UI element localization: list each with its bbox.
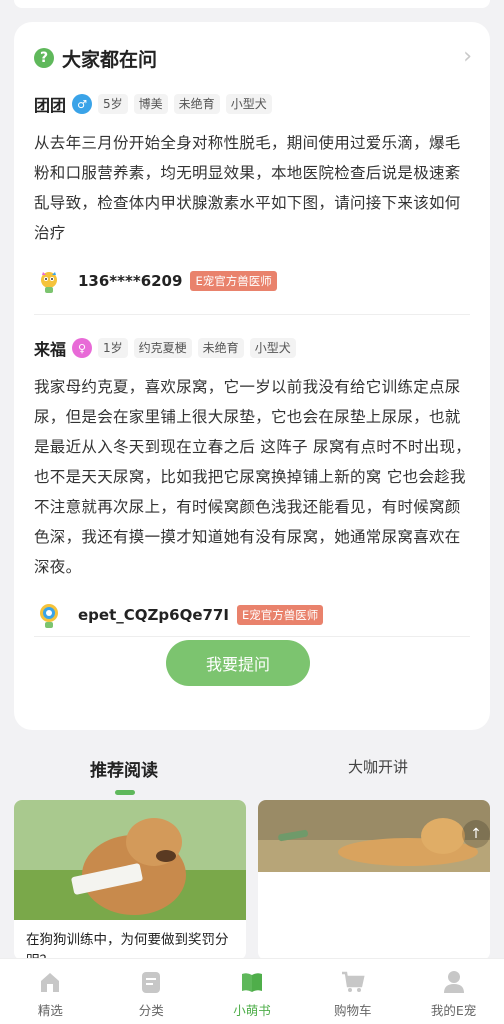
book-icon bbox=[241, 973, 262, 992]
vet-answer-row: epet_CQZp6Qe77I E宠官方兽医师 bbox=[34, 600, 474, 630]
pet-tag: 约克夏梗 bbox=[133, 338, 192, 358]
tabbar-item-profile[interactable]: 我的E宠 bbox=[403, 959, 504, 1024]
home-icon bbox=[41, 973, 60, 992]
pet-name: 团团 bbox=[34, 96, 67, 115]
section-header[interactable]: ? 大家都在问 bbox=[34, 44, 157, 72]
profile-icon bbox=[443, 971, 464, 993]
avatar bbox=[34, 600, 64, 630]
tab-recommended-reading[interactable]: 推荐阅读 bbox=[90, 756, 158, 781]
question-item[interactable]: 团团 ♂ 5岁 博美 未绝育 小型犬 从去年三月份开始全身对称性脱毛，期间使用过… bbox=[34, 92, 474, 296]
pet-tag: 5岁 bbox=[98, 94, 128, 114]
tabbar-label: 小萌书 bbox=[233, 1003, 271, 1018]
tabbar-item-category[interactable]: 分类 bbox=[101, 959, 202, 1024]
cart-icon bbox=[341, 971, 365, 992]
article-image bbox=[258, 800, 490, 872]
pet-info-row: 来福 ♀ 1岁 约克夏梗 未绝育 小型犬 bbox=[34, 336, 474, 360]
previous-card-edge bbox=[14, 0, 490, 8]
vet-badge: E宠官方兽医师 bbox=[236, 605, 324, 625]
avatar bbox=[34, 266, 64, 296]
pet-tag: 小型犬 bbox=[249, 338, 296, 358]
tabbar-label: 精选 bbox=[37, 1003, 63, 1018]
vet-username: epet_CQZp6Qe77I bbox=[78, 606, 229, 624]
tabbar-item-book[interactable]: 小萌书 bbox=[202, 959, 303, 1024]
tabbar-label: 分类 bbox=[138, 1003, 164, 1018]
tab-expert-talks[interactable]: 大咖开讲 bbox=[348, 756, 408, 777]
question-item[interactable]: 来福 ♀ 1岁 约克夏梗 未绝育 小型犬 我家母约克夏，喜欢尿窝，它一岁以前我没… bbox=[34, 336, 474, 630]
section-title: 大家都在问 bbox=[62, 48, 158, 71]
article-card[interactable] bbox=[258, 800, 490, 960]
article-title bbox=[258, 876, 490, 882]
pet-tag: 未绝育 bbox=[173, 94, 220, 114]
pet-tag: 未绝育 bbox=[197, 338, 244, 358]
vet-answer-row: 136****6209 E宠官方兽医师 bbox=[34, 266, 474, 296]
pet-tag: 1岁 bbox=[98, 338, 128, 358]
pet-tag: 小型犬 bbox=[225, 94, 272, 114]
category-icon bbox=[142, 972, 161, 993]
qa-section-card: ? 大家都在问 › 团团 ♂ 5岁 博美 未绝育 小型犬 从去年三月份开始全身对… bbox=[14, 22, 490, 730]
male-icon: ♂ bbox=[72, 94, 93, 114]
arrow-up-icon: ↑ bbox=[470, 826, 482, 842]
article-card[interactable]: 在狗狗训练中，为何要做到奖罚分明？ bbox=[14, 800, 246, 960]
divider bbox=[34, 314, 470, 315]
ask-question-button[interactable]: 我要提问 bbox=[166, 640, 310, 686]
chevron-right-icon[interactable]: › bbox=[463, 46, 472, 68]
active-tab-indicator bbox=[115, 790, 135, 795]
pet-info-row: 团团 ♂ 5岁 博美 未绝育 小型犬 bbox=[34, 92, 474, 116]
tabbar-item-cart[interactable]: 购物车 bbox=[302, 959, 403, 1024]
pet-tag: 博美 bbox=[133, 94, 168, 114]
tabbar-label: 我的E宠 bbox=[430, 1003, 477, 1018]
female-icon: ♀ bbox=[72, 338, 93, 358]
question-text: 我家母约克夏，喜欢尿窝，它一岁以前我没有给它训练定点尿尿，但是会在家里铺上很大尿… bbox=[34, 378, 472, 576]
bottom-tabbar: 精选 分类 小萌书 购物车 我的E宠 bbox=[0, 958, 504, 1024]
pet-name: 来福 bbox=[34, 340, 67, 359]
tabbar-item-home[interactable]: 精选 bbox=[0, 959, 101, 1024]
question-icon: ? bbox=[34, 48, 54, 68]
tabbar-label: 购物车 bbox=[334, 1003, 372, 1018]
back-to-top-button[interactable]: ↑ bbox=[462, 820, 490, 848]
article-title: 在狗狗训练中，为何要做到奖罚分明？ bbox=[26, 932, 229, 960]
article-image bbox=[14, 800, 246, 920]
reading-tabs: 推荐阅读 大咖开讲 bbox=[0, 756, 504, 796]
vet-badge: E宠官方兽医师 bbox=[190, 271, 277, 291]
question-text: 从去年三月份开始全身对称性脱毛，期间使用过爱乐滴，爆毛粉和口服营养素，均无明显效… bbox=[34, 134, 461, 242]
divider bbox=[34, 636, 470, 637]
vet-username: 136****6209 bbox=[78, 272, 183, 290]
